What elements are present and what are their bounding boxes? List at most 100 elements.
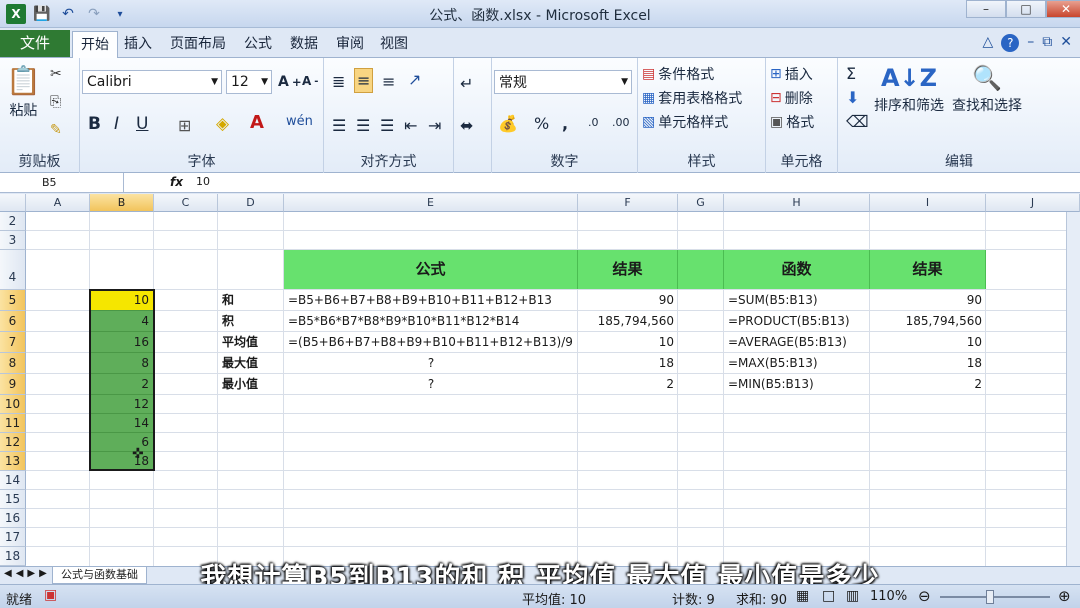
function-cell[interactable]: =AVERAGE(B5:B13)	[724, 332, 870, 352]
label-cell[interactable]: 最小值	[218, 374, 284, 394]
function-header-cell[interactable]: 函数	[724, 250, 870, 289]
percent-icon[interactable]: %	[534, 114, 549, 133]
minimize-ribbon-icon[interactable]: △	[982, 34, 993, 52]
tab-data[interactable]: 数据	[282, 31, 326, 58]
grow-font-icon[interactable]: A +	[278, 74, 302, 90]
restore-button[interactable]: □	[1006, 0, 1046, 18]
format-painter-icon[interactable]: ✎	[50, 122, 62, 138]
borders-icon[interactable]: ⊞	[178, 116, 191, 135]
increase-indent-icon[interactable]: ⇥	[428, 116, 441, 135]
formula-cell[interactable]: ?	[284, 353, 578, 373]
column-header-i[interactable]: I	[870, 194, 986, 212]
row-header[interactable]: 11	[0, 414, 26, 433]
label-cell[interactable]: 平均值	[218, 332, 284, 352]
tab-insert[interactable]: 插入	[116, 31, 160, 58]
row-header[interactable]: 9	[0, 374, 26, 395]
column-header-j[interactable]: J	[986, 194, 1080, 212]
result-cell[interactable]: 90	[578, 290, 678, 310]
fill-color-icon[interactable]: ◈	[216, 114, 229, 134]
row-header[interactable]: 10	[0, 395, 26, 414]
insert-cells-button[interactable]: ⊞ 插入	[770, 64, 813, 84]
tab-page-layout[interactable]: 页面布局	[162, 31, 234, 58]
tab-review[interactable]: 审阅	[328, 31, 372, 58]
row-header[interactable]: 14	[0, 471, 26, 490]
clear-icon[interactable]: ⌫	[846, 112, 869, 131]
row-header[interactable]: 2	[0, 212, 26, 231]
align-right-icon[interactable]: ☰	[380, 116, 394, 135]
row-header[interactable]: 8	[0, 353, 26, 374]
italic-icon[interactable]: I	[114, 114, 119, 134]
formula-input[interactable]: 10	[196, 175, 210, 188]
column-header-e[interactable]: E	[284, 194, 578, 212]
row-header[interactable]: 3	[0, 231, 26, 250]
sort-filter-button[interactable]: A↓Z 排序和筛选	[874, 64, 944, 115]
select-all-corner[interactable]	[0, 194, 26, 212]
help-icon[interactable]: ?	[1001, 34, 1020, 52]
result-cell[interactable]: 18	[578, 353, 678, 373]
result-cell[interactable]: 185,794,560	[578, 311, 678, 331]
column-header-a[interactable]: A	[26, 194, 90, 212]
row-header[interactable]: 17	[0, 528, 26, 547]
merge-center-icon[interactable]: ⬌	[460, 116, 473, 135]
workbook-restore-icon[interactable]: ⧉	[1042, 34, 1052, 52]
font-name-dropdown[interactable]: Calibri ▼	[82, 70, 222, 94]
result2-cell[interactable]: 18	[870, 353, 986, 373]
column-header-g[interactable]: G	[678, 194, 724, 212]
name-box[interactable]: B5	[0, 173, 124, 193]
zoom-in-icon[interactable]: ⊕	[1058, 587, 1071, 605]
orientation-icon[interactable]: ↗	[408, 70, 421, 89]
close-button[interactable]: ✕	[1046, 0, 1080, 18]
formula-cell[interactable]: =B5+B6+B7+B8+B9+B10+B11+B12+B13	[284, 290, 578, 310]
font-size-dropdown[interactable]: 12 ▼	[226, 70, 272, 94]
formula-cell[interactable]: =B5*B6*B7*B8*B9*B10*B11*B12*B14	[284, 311, 578, 331]
column-header-f[interactable]: F	[578, 194, 678, 212]
align-middle-icon[interactable]: ≡	[354, 68, 374, 93]
fill-icon[interactable]: ⬇	[846, 88, 859, 107]
result2-header-cell[interactable]: 结果	[870, 250, 986, 289]
row-header[interactable]: 16	[0, 509, 26, 528]
shrink-font-icon[interactable]: A-	[302, 74, 318, 88]
result2-cell[interactable]: 185,794,560	[870, 311, 986, 331]
header-spacer-cell[interactable]	[678, 250, 724, 289]
tab-formulas[interactable]: 公式	[236, 31, 280, 58]
align-top-icon[interactable]: ≣	[332, 72, 345, 91]
macro-record-icon[interactable]: ▣	[44, 587, 57, 603]
conditional-formatting-button[interactable]: ▤ 条件格式	[642, 64, 714, 84]
decrease-indent-icon[interactable]: ⇤	[404, 116, 417, 135]
result2-cell[interactable]: 90	[870, 290, 986, 310]
comma-style-icon[interactable]: ,	[562, 114, 568, 133]
bold-icon[interactable]: B	[88, 114, 101, 134]
result-cell[interactable]: 10	[578, 332, 678, 352]
zoom-out-icon[interactable]: ⊖	[918, 587, 931, 605]
result2-cell[interactable]: 2	[870, 374, 986, 394]
increase-decimal-icon[interactable]: .0	[588, 116, 599, 129]
autosum-icon[interactable]: Σ	[846, 64, 856, 83]
formula-cell[interactable]: ?	[284, 374, 578, 394]
workbook-close-icon[interactable]: ✕	[1060, 34, 1072, 52]
align-left-icon[interactable]: ☰	[332, 116, 346, 135]
align-bottom-icon[interactable]: ≡	[382, 72, 395, 91]
underline-icon[interactable]: U	[136, 114, 148, 134]
row-header[interactable]: 5	[0, 290, 26, 311]
page-break-view-icon[interactable]: ▥	[846, 588, 859, 604]
worksheet-grid[interactable]: A B C D E F G H I J 2 3 4 5 6 7 8 9 10 1…	[0, 194, 1080, 566]
function-cell[interactable]: =SUM(B5:B13)	[724, 290, 870, 310]
tab-home[interactable]: 开始	[72, 31, 118, 58]
zoom-slider[interactable]	[940, 596, 1050, 598]
phonetic-icon[interactable]: wén	[286, 114, 313, 129]
tab-view[interactable]: 视图	[372, 31, 416, 58]
row-header[interactable]: 7	[0, 332, 26, 353]
font-color-icon[interactable]: A	[250, 112, 264, 133]
format-cells-button[interactable]: ▣ 格式	[770, 112, 814, 132]
column-header-h[interactable]: H	[724, 194, 870, 212]
align-center-icon[interactable]: ☰	[356, 116, 370, 135]
accounting-format-icon[interactable]: 💰	[498, 114, 518, 133]
label-cell[interactable]: 积	[218, 311, 284, 331]
row-header[interactable]: 4	[0, 250, 26, 290]
zoom-level[interactable]: 110%	[870, 589, 907, 604]
row-header[interactable]: 12	[0, 433, 26, 452]
formula-cell[interactable]: =(B5+B6+B7+B8+B9+B10+B11+B12+B13)/9	[284, 332, 578, 352]
row-header[interactable]: 15	[0, 490, 26, 509]
function-cell[interactable]: =MIN(B5:B13)	[724, 374, 870, 394]
cut-icon[interactable]: ✂	[50, 66, 62, 82]
